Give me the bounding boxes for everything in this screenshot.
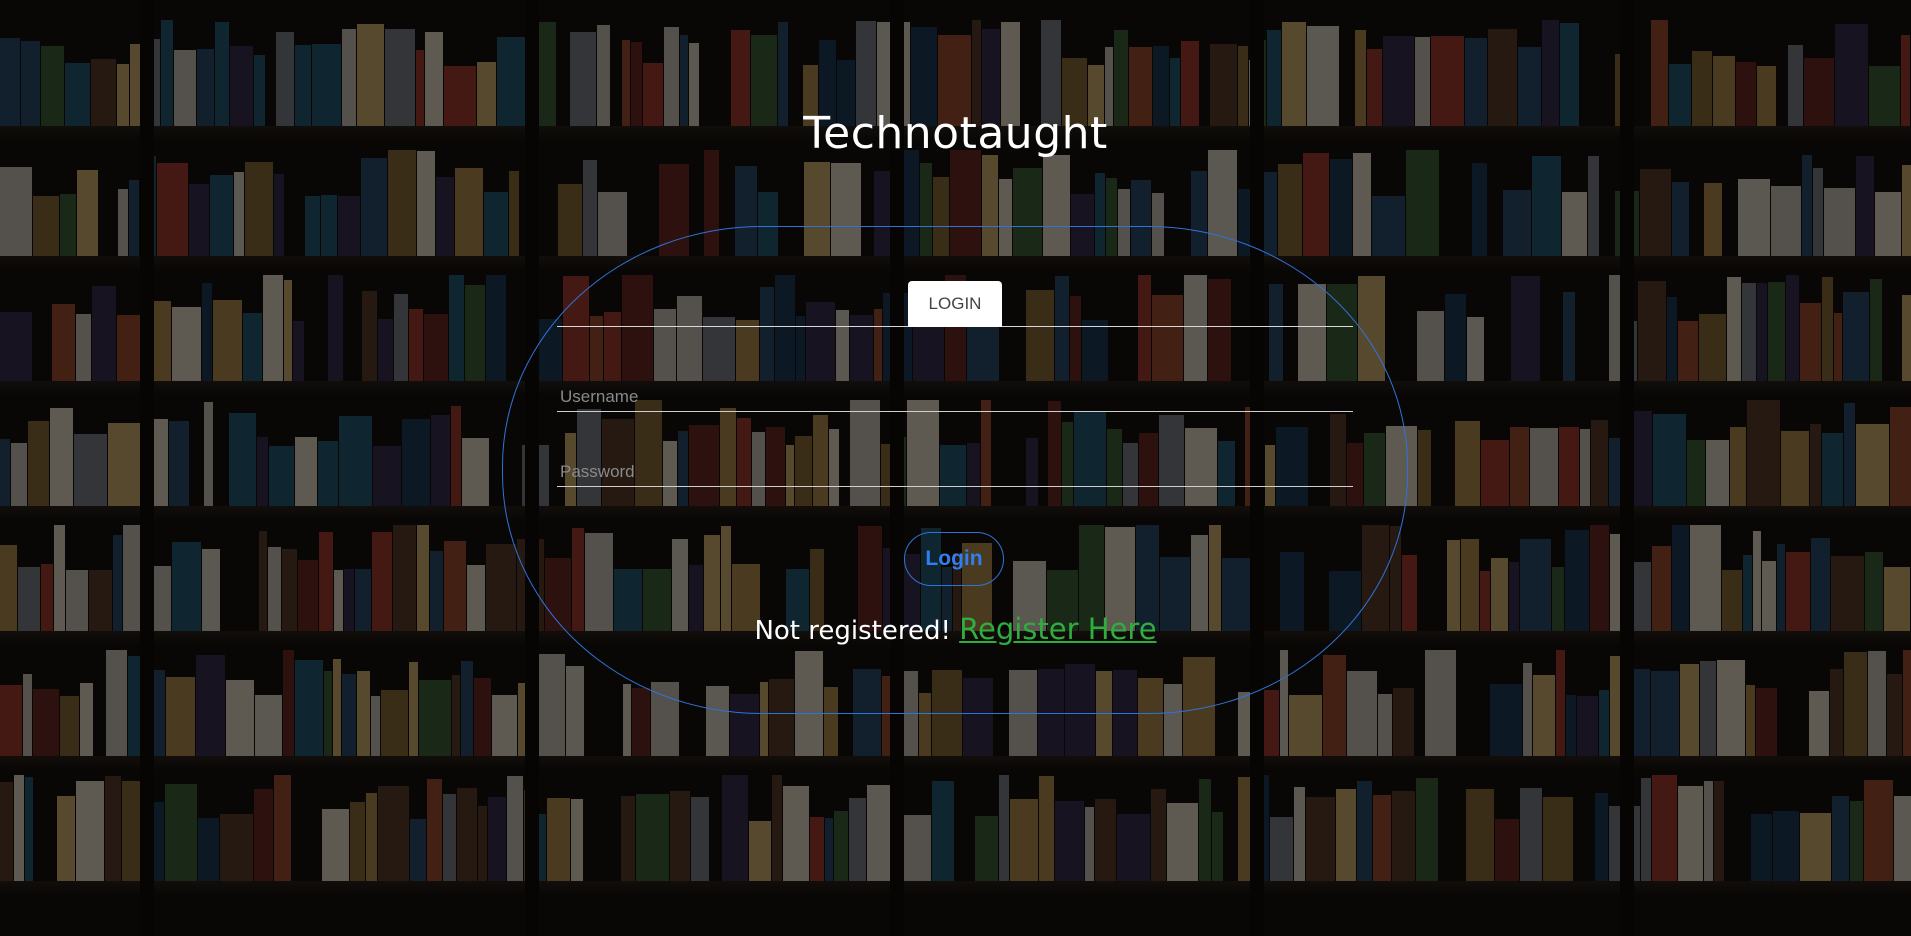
register-link[interactable]: Register Here (959, 612, 1156, 646)
tab-login[interactable]: LOGIN (908, 281, 1002, 327)
app-title: Technotaught (803, 108, 1108, 159)
login-page: Technotaught LOGIN Login Not registered!… (0, 0, 1911, 936)
username-input[interactable] (557, 382, 1353, 412)
password-input[interactable] (557, 457, 1353, 487)
login-button[interactable]: Login (904, 532, 1004, 586)
register-prompt-row: Not registered! Register Here (0, 612, 1911, 646)
register-prompt-text: Not registered! (754, 616, 951, 646)
